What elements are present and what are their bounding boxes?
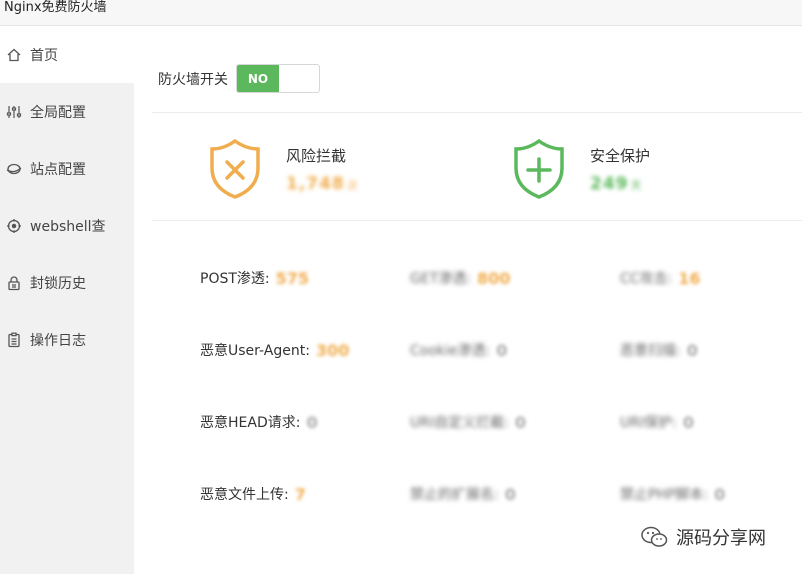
sidebar-item-webshell[interactable]: webshell查 [0, 197, 134, 254]
stat-uri-custom-block: URI自定义拦截: 0 [410, 412, 526, 432]
sidebar-item-label: 封锁历史 [30, 275, 86, 292]
sidebar-item-block-history[interactable]: 封锁历史 [0, 254, 134, 311]
stat-post-penetration: POST渗透: 575 [200, 268, 310, 288]
firewall-toggle[interactable]: NO [236, 64, 320, 93]
firewall-switch-label: 防火墙开关 [158, 71, 228, 88]
stat-cc-attack: CC攻击: 16 [620, 268, 701, 288]
wechat-icon [641, 526, 668, 547]
watermark-text: 源码分享网 [676, 528, 766, 549]
stat-malicious-head: 恶意HEAD请求: 0 [200, 412, 318, 432]
sliders-icon [6, 104, 22, 120]
sidebar-item-label: 操作日志 [30, 332, 86, 349]
sidebar-item-home[interactable]: 首页 [0, 26, 134, 83]
stat-cookie-penetration: Cookie渗透: 0 [410, 340, 508, 360]
risk-stat-unit: 次 [346, 178, 359, 192]
sidebar-item-label: 全局配置 [30, 104, 86, 121]
warning-shield-icon [210, 138, 260, 199]
stat-malicious-scan: 恶意扫描: 0 [620, 340, 698, 360]
stat-forbidden-php: 禁止PHP脚本: 0 [620, 484, 726, 504]
safe-stat: 安全保护 249 天 [512, 138, 650, 200]
sidebar-item-label: 站点配置 [30, 161, 86, 178]
stat-uri-protection: URI保护: 0 [620, 412, 694, 432]
stat-malicious-user-agent: 恶意User-Agent: 300 [200, 340, 350, 360]
window-title: Nginx免费防火墙 [0, 0, 802, 26]
watermark: 源码分享网 [640, 524, 766, 550]
firewall-switch-row: 防火墙开关 NO [158, 64, 320, 93]
lock-icon [6, 275, 22, 291]
stat-get-penetration: GET渗透: 800 [410, 268, 511, 288]
safe-stat-title: 安全保护 [590, 146, 651, 165]
globe-icon [6, 161, 22, 177]
stat-malicious-upload: 恶意文件上传: 7 [200, 484, 306, 504]
safe-stat-value: 249 天 [590, 173, 643, 194]
safe-stat-unit: 天 [630, 178, 643, 192]
sidebar-item-operation-log[interactable]: 操作日志 [0, 311, 134, 368]
sidebar: 首页 全局配置 站点配置 webshell查 封锁历史 操作日志 [0, 26, 134, 574]
risk-stat-value: 1,748 次 [286, 173, 359, 194]
clipboard-icon [6, 332, 22, 348]
stat-forbidden-extension: 禁止的扩展名: 0 [410, 484, 516, 504]
risk-stat-title: 风险拦截 [286, 146, 347, 165]
divider [152, 220, 802, 221]
sidebar-item-site-config[interactable]: 站点配置 [0, 140, 134, 197]
target-icon [6, 218, 22, 234]
main-content: 防火墙开关 NO 风险拦截 1,748 次 安全保护 249 天 POST渗透: 5… [134, 26, 802, 574]
plus-shield-icon [514, 138, 564, 199]
home-icon [6, 47, 22, 63]
sidebar-item-label: 首页 [30, 47, 58, 64]
divider [152, 112, 802, 113]
sidebar-item-label: webshell查 [30, 218, 106, 235]
firewall-toggle-state: NO [237, 65, 279, 92]
risk-stat: 风险拦截 1,748 次 [208, 138, 359, 200]
sidebar-item-global-config[interactable]: 全局配置 [0, 83, 134, 140]
